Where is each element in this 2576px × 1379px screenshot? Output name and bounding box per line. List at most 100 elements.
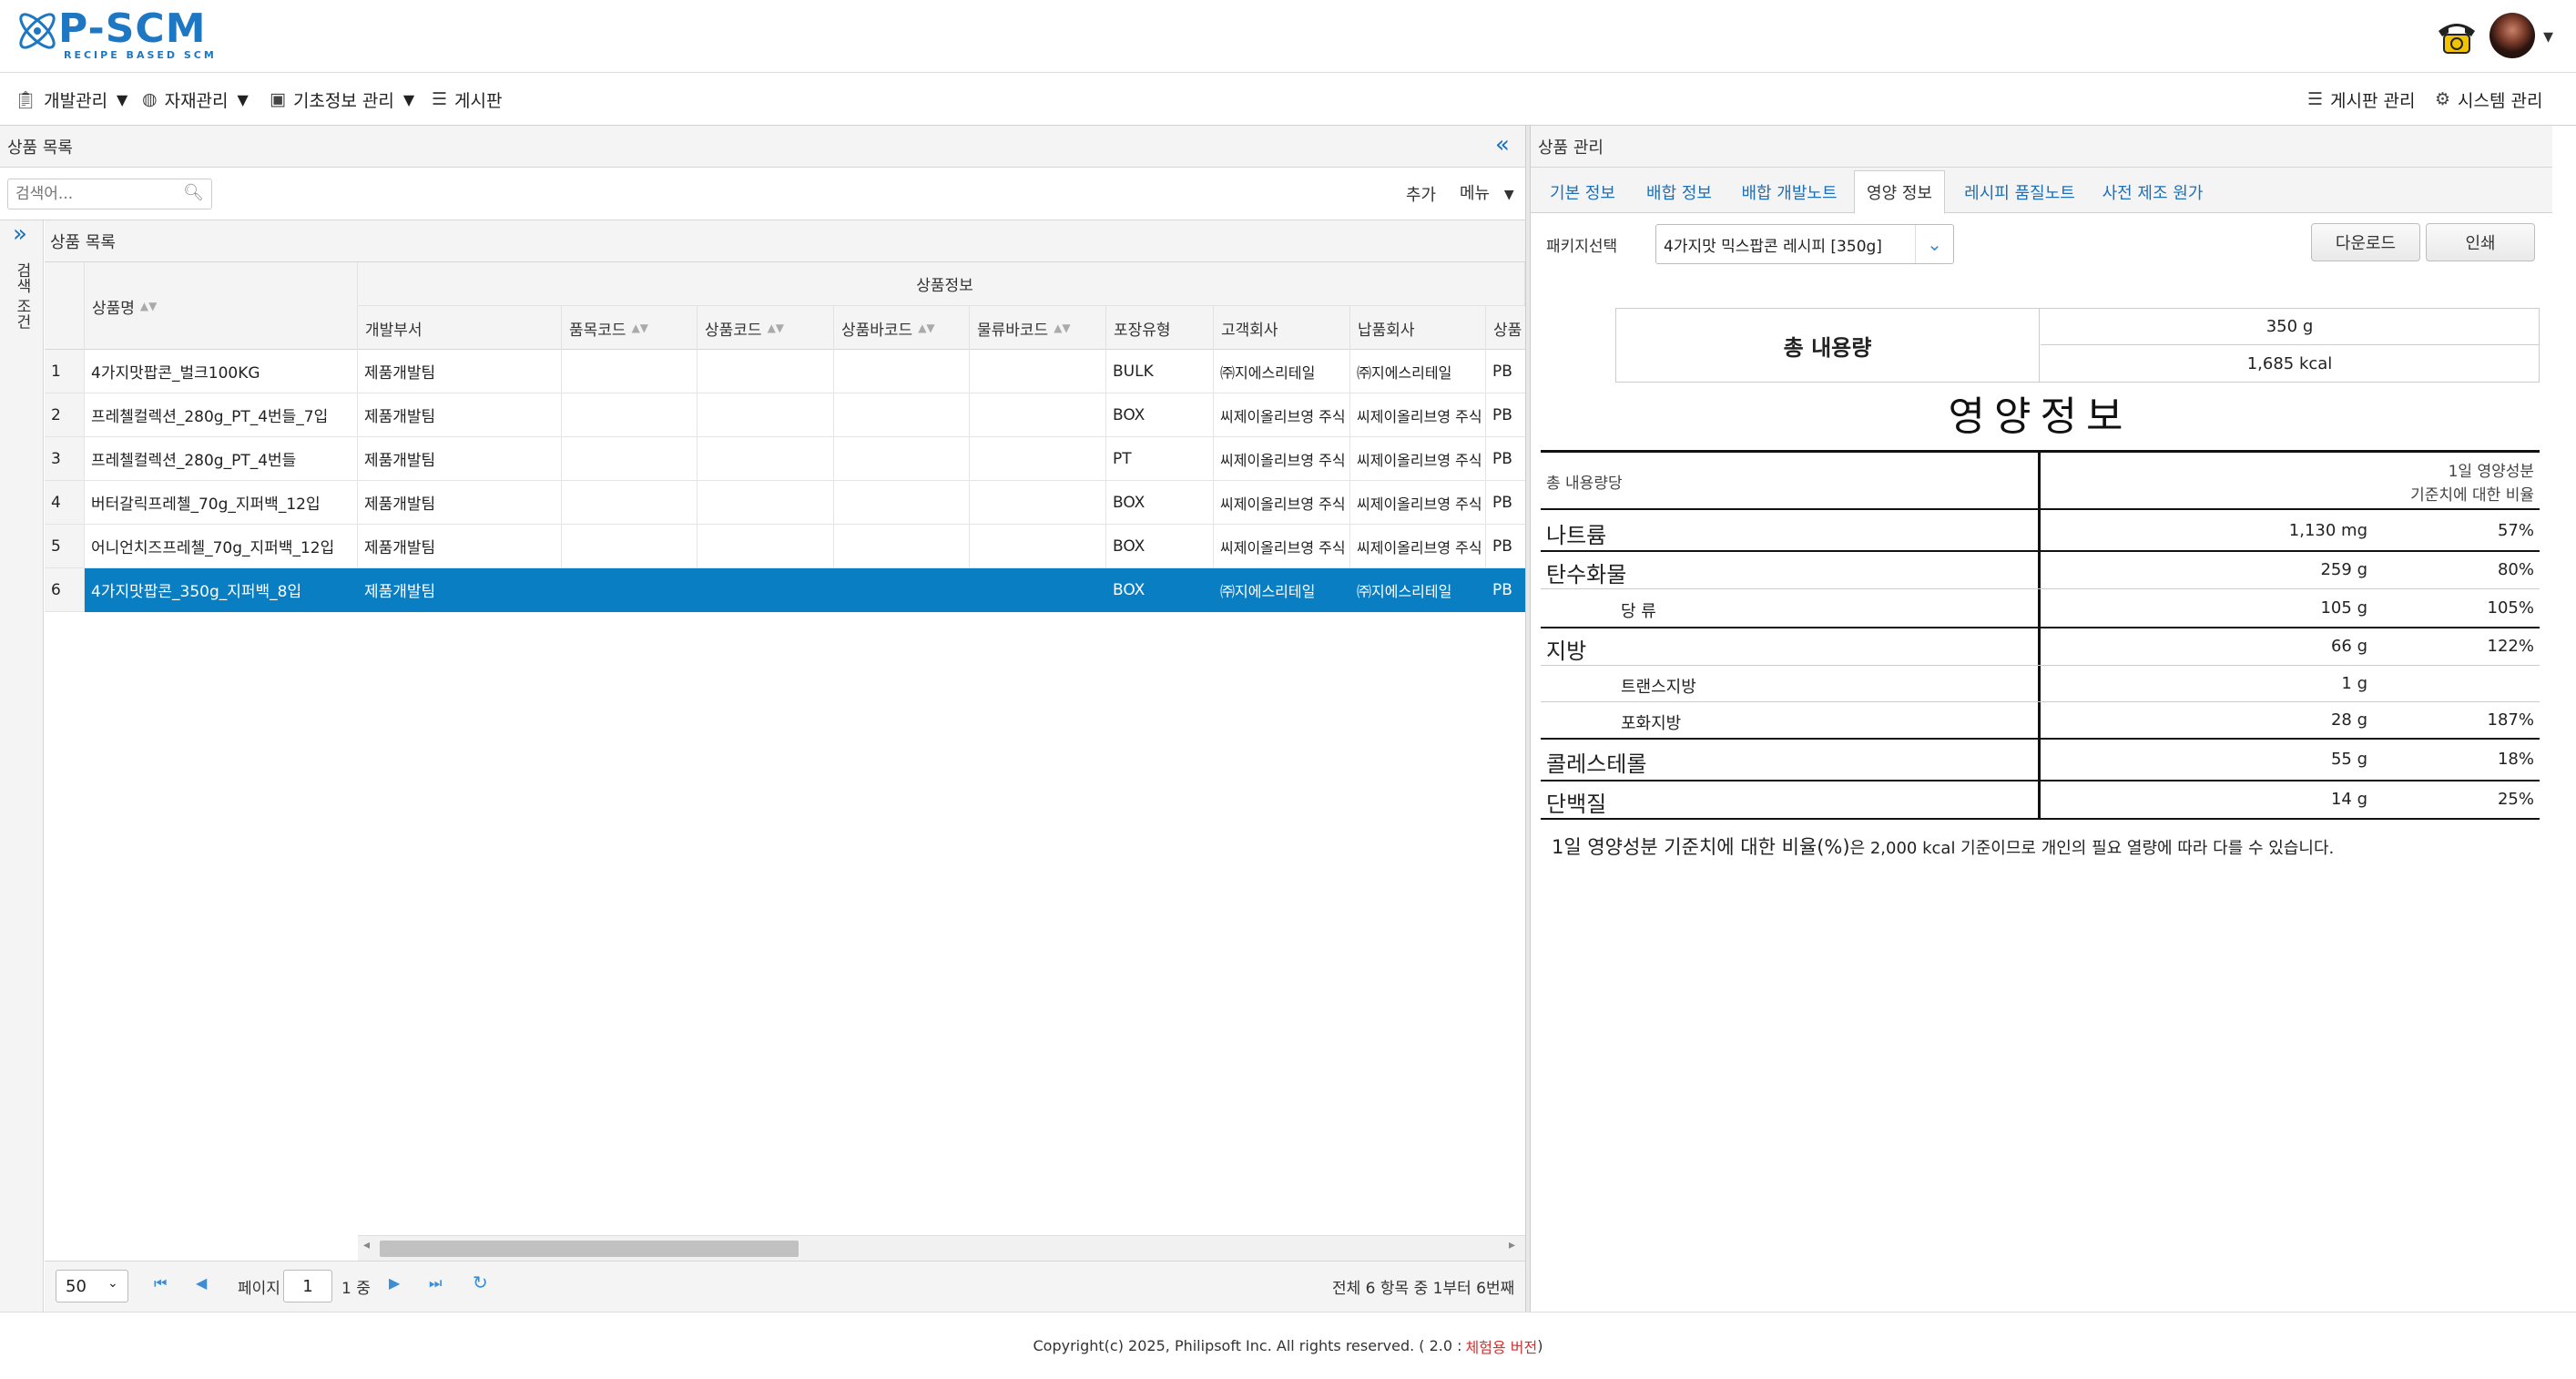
cell-product-type[interactable]: PB — [1486, 525, 1525, 568]
cell-product-code[interactable] — [697, 525, 834, 568]
cell-product-barcode[interactable] — [834, 393, 970, 437]
cell-product-code[interactable] — [697, 437, 834, 481]
column-header-product-barcode[interactable]: 상품바코드 ▲▼ — [834, 306, 970, 350]
cell-customer[interactable]: 씨제이올리브영 주식 — [1214, 393, 1350, 437]
cell-product-type[interactable]: PB — [1486, 568, 1525, 612]
tab-mix-info[interactable]: 배합 정보 — [1637, 171, 1721, 213]
first-page-icon[interactable]: ⏮︎ — [154, 1274, 167, 1292]
cell-logistics-barcode[interactable] — [970, 525, 1106, 568]
cell-package-type[interactable]: PT — [1106, 437, 1214, 481]
scroll-right-icon[interactable]: ▸ — [1509, 1238, 1515, 1252]
download-button[interactable]: 다운로드 — [2311, 223, 2420, 261]
cell-product-name[interactable]: 4가지맛팝콘_벌크100KG — [85, 350, 358, 393]
cell-package-type[interactable]: BOX — [1106, 568, 1214, 612]
cell-product-type[interactable]: PB — [1486, 393, 1525, 437]
print-button[interactable]: 인쇄 — [2426, 223, 2535, 261]
cell-supplier[interactable]: 씨제이올리브영 주식 — [1350, 525, 1486, 568]
cell-product-code[interactable] — [697, 393, 834, 437]
cell-logistics-barcode[interactable] — [970, 437, 1106, 481]
grid-menu-button[interactable]: 메뉴 ▼ — [1460, 180, 1514, 204]
cell-dept[interactable]: 제품개발팀 — [358, 481, 562, 525]
tab-mix-dev-note[interactable]: 배합 개발노트 — [1730, 171, 1848, 213]
cell-product-type[interactable]: PB — [1486, 437, 1525, 481]
column-header-logistics-barcode[interactable]: 물류바코드 ▲▼ — [970, 306, 1106, 350]
column-header-item-code[interactable]: 품목코드 ▲▼ — [562, 306, 697, 350]
cell-customer[interactable]: ㈜지에스리테일 — [1214, 568, 1350, 612]
column-header-customer[interactable]: 고객회사 — [1214, 306, 1350, 350]
cell-customer[interactable]: 씨제이올리브영 주식 — [1214, 437, 1350, 481]
cell-dept[interactable]: 제품개발팀 — [358, 437, 562, 481]
column-header-product-code[interactable]: 상품코드 ▲▼ — [697, 306, 834, 350]
search-input-wrapper[interactable]: 🔍︎ — [7, 179, 212, 209]
cell-supplier[interactable]: ㈜지에스리테일 — [1350, 568, 1486, 612]
cell-logistics-barcode[interactable] — [970, 350, 1106, 393]
cell-dept[interactable]: 제품개발팀 — [358, 393, 562, 437]
column-header-package-type[interactable]: 포장유형 — [1106, 306, 1214, 350]
column-header-dept[interactable]: 개발부서 — [358, 306, 562, 350]
page-number-input[interactable]: 1 — [283, 1270, 332, 1302]
cell-product-code[interactable] — [697, 350, 834, 393]
cell-logistics-barcode[interactable] — [970, 393, 1106, 437]
cell-dept[interactable]: 제품개발팀 — [358, 525, 562, 568]
cell-product-barcode[interactable] — [834, 481, 970, 525]
column-header-product-name[interactable]: 상품명 ▲▼ — [85, 262, 358, 350]
brand-logo[interactable]: P-SCM RECIPE BASED SCM — [13, 5, 222, 62]
menu-basic-info-management[interactable]: ▣ 기초정보 관리 ▼ — [270, 73, 414, 126]
cell-customer[interactable]: 씨제이올리브영 주식 — [1214, 481, 1350, 525]
caret-down-icon[interactable]: ▾ — [2543, 26, 2553, 48]
cell-supplier[interactable]: 씨제이올리브영 주식 — [1350, 393, 1486, 437]
menu-dev-management[interactable]: 📋︎ 개발관리 ▼ — [15, 73, 127, 126]
cell-item-code[interactable] — [562, 350, 697, 393]
cell-product-code[interactable] — [697, 568, 834, 612]
next-page-icon[interactable]: ▶ — [389, 1274, 400, 1292]
cell-supplier[interactable]: 씨제이올리브영 주식 — [1350, 481, 1486, 525]
cell-supplier[interactable]: 씨제이올리브영 주식 — [1350, 437, 1486, 481]
menu-board-admin[interactable]: ☰ 게시판 관리 — [2307, 73, 2416, 126]
scrollbar-thumb[interactable] — [380, 1241, 799, 1257]
page-size-select[interactable]: 50 ⌄ — [56, 1270, 128, 1302]
menu-system-admin[interactable]: ⚙ 시스템 관리 — [2435, 73, 2543, 126]
cell-product-name[interactable]: 4가지맛팝콘_350g_지퍼백_8입 — [85, 568, 358, 612]
collapse-left-icon[interactable]: « — [1495, 131, 1510, 158]
tab-basic-info[interactable]: 기본 정보 — [1537, 171, 1628, 213]
cell-product-type[interactable]: PB — [1486, 481, 1525, 525]
cell-package-type[interactable]: BOX — [1106, 525, 1214, 568]
cell-dept[interactable]: 제품개발팀 — [358, 568, 562, 612]
cell-package-type[interactable]: BOX — [1106, 393, 1214, 437]
add-button[interactable]: 추가 — [1406, 182, 1436, 206]
menu-material-management[interactable]: ◍ 자재관리 ▼ — [142, 73, 249, 126]
horizontal-scrollbar[interactable]: ◂ ▸ — [358, 1235, 1525, 1261]
cell-customer[interactable]: ㈜지에스리테일 — [1214, 350, 1350, 393]
cell-logistics-barcode[interactable] — [970, 481, 1106, 525]
tab-recipe-quality-note[interactable]: 레시피 품질노트 — [1954, 171, 2085, 213]
package-select[interactable]: 4가지맛 믹스팝콘 레시피 [350g] ⌄ — [1655, 224, 1954, 264]
chevron-down-icon[interactable]: ⌄ — [1915, 225, 1953, 263]
cell-product-barcode[interactable] — [834, 437, 970, 481]
scroll-left-icon[interactable]: ◂ — [363, 1238, 370, 1252]
cell-product-code[interactable] — [697, 481, 834, 525]
phone-icon[interactable] — [2435, 18, 2479, 56]
cell-product-name[interactable]: 어니언치즈프레첼_70g_지퍼백_12입 — [85, 525, 358, 568]
cell-product-name[interactable]: 프레첼컬렉션_280g_PT_4번들_7입 — [85, 393, 358, 437]
tab-nutrition-info[interactable]: 영양 정보 — [1854, 170, 1945, 214]
cell-item-code[interactable] — [562, 481, 697, 525]
cell-package-type[interactable]: BOX — [1106, 481, 1214, 525]
column-header-product-type[interactable]: 상품 — [1486, 306, 1525, 350]
menu-board[interactable]: ☰ 게시판 — [432, 73, 503, 126]
cell-package-type[interactable]: BULK — [1106, 350, 1214, 393]
cell-customer[interactable]: 씨제이올리브영 주식 — [1214, 525, 1350, 568]
search-icon[interactable]: 🔍︎ — [183, 183, 204, 202]
search-input[interactable] — [8, 179, 172, 209]
cell-product-name[interactable]: 버터갈릭프레첼_70g_지퍼백_12입 — [85, 481, 358, 525]
last-page-icon[interactable]: ⏭︎ — [429, 1274, 442, 1292]
cell-item-code[interactable] — [562, 568, 697, 612]
cell-logistics-barcode[interactable] — [970, 568, 1106, 612]
cell-product-barcode[interactable] — [834, 568, 970, 612]
prev-page-icon[interactable]: ◀ — [196, 1274, 207, 1292]
cell-product-name[interactable]: 프레첼컬렉션_280g_PT_4번들 — [85, 437, 358, 481]
cell-supplier[interactable]: ㈜지에스리테일 — [1350, 350, 1486, 393]
cell-item-code[interactable] — [562, 525, 697, 568]
cell-item-code[interactable] — [562, 393, 697, 437]
tab-pre-manufacturing-cost[interactable]: 사전 제조 원가 — [2092, 171, 2213, 213]
user-avatar[interactable] — [2489, 13, 2535, 58]
